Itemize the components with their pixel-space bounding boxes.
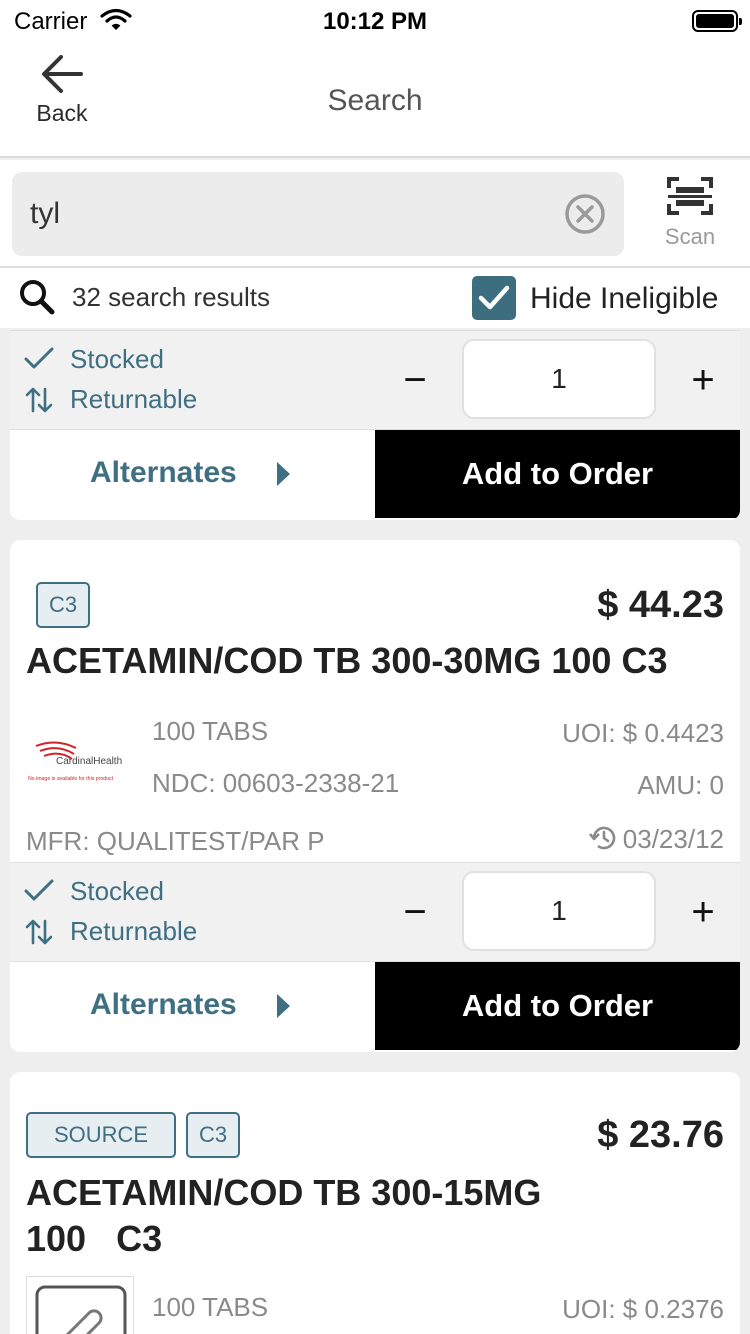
product-card: SOURCE C3 $ 23.76 ACETAMIN/COD TB 300-15… bbox=[10, 1072, 740, 1334]
chevron-right-icon bbox=[277, 462, 290, 486]
alternates-button[interactable]: Alternates bbox=[10, 962, 375, 1050]
hide-ineligible-toggle[interactable]: Hide Ineligible bbox=[472, 276, 742, 320]
clear-search-button[interactable] bbox=[564, 193, 606, 235]
battery-icon bbox=[692, 10, 742, 32]
product-name: ACETAMIN/COD TB 300-30MG 100 C3 bbox=[26, 640, 668, 681]
close-circle-icon bbox=[565, 194, 605, 234]
alternates-button[interactable]: Alternates bbox=[10, 430, 375, 518]
page-title: Search bbox=[327, 84, 423, 117]
product-card: C3 $ 44.23 ACETAMIN/COD TB 300-30MG 100 … bbox=[10, 540, 740, 1052]
card-actions: Stocked Returnable − 1 + Alternates Add … bbox=[10, 330, 740, 518]
status-bar: Carrier 10:12 PM bbox=[0, 0, 750, 40]
results-summary: 32 search results Hide Ineligible bbox=[0, 268, 750, 328]
search-bar: Scan bbox=[0, 160, 750, 268]
results-count: 32 search results bbox=[72, 282, 270, 312]
product-price: $ 23.76 bbox=[597, 1114, 724, 1156]
history-icon bbox=[588, 826, 616, 850]
check-icon bbox=[24, 345, 54, 378]
svg-text:CardinalHealth: CardinalHealth bbox=[56, 756, 122, 767]
scan-label: Scan bbox=[664, 224, 716, 249]
add-to-order-button[interactable]: Add to Order bbox=[375, 962, 740, 1050]
svg-text:No image is available for this: No image is available for this product bbox=[28, 776, 114, 782]
decrease-quantity-button[interactable]: − bbox=[390, 353, 440, 407]
schedule-badge: C3 bbox=[186, 1112, 240, 1158]
nav-bar: Back Search bbox=[0, 40, 750, 158]
schedule-badge: C3 bbox=[36, 582, 90, 628]
quantity-input[interactable]: 1 bbox=[462, 339, 656, 419]
unit-of-issue-price: UOI: $ 0.4423 bbox=[562, 718, 724, 748]
product-name: ACETAMIN/COD TB 300-15MG 100 C3 bbox=[26, 1172, 542, 1259]
product-image: CardinalHealth No image is available for… bbox=[26, 718, 134, 812]
chevron-right-icon bbox=[277, 994, 290, 1018]
package-size: 100 TABS bbox=[152, 716, 269, 746]
increase-quantity-button[interactable]: + bbox=[678, 885, 728, 939]
decrease-quantity-button[interactable]: − bbox=[390, 885, 440, 939]
image-placeholder-icon bbox=[35, 1285, 127, 1334]
product-image-placeholder bbox=[26, 1276, 134, 1334]
search-input[interactable] bbox=[30, 190, 550, 238]
product-price: $ 44.23 bbox=[597, 584, 724, 626]
scan-button[interactable]: Scan bbox=[648, 176, 732, 256]
hide-ineligible-label: Hide Ineligible bbox=[530, 282, 719, 315]
checkmark-icon bbox=[478, 285, 510, 310]
check-icon bbox=[24, 877, 54, 910]
unit-of-issue-price: UOI: $ 0.2376 bbox=[562, 1294, 724, 1324]
add-to-order-button[interactable]: Add to Order bbox=[375, 430, 740, 518]
card-actions: Stocked Returnable − 1 + Alternates Add … bbox=[10, 862, 740, 1050]
stock-status: Stocked Returnable − 1 + bbox=[10, 862, 740, 962]
barcode-scan-icon bbox=[667, 177, 713, 215]
search-field bbox=[12, 172, 624, 256]
ndc-number: NDC: 00603-2338-21 bbox=[152, 768, 400, 798]
source-badge: SOURCE bbox=[26, 1112, 176, 1158]
package-size: 100 TABS bbox=[152, 1292, 269, 1322]
product-card: Stocked Returnable − 1 + Alternates Add … bbox=[10, 330, 740, 520]
manufacturer: MFR: QUALITEST/PAR P bbox=[26, 826, 325, 856]
stock-status: Stocked Returnable − 1 + bbox=[10, 330, 740, 430]
swap-arrows-icon bbox=[24, 917, 54, 954]
swap-arrows-icon bbox=[24, 385, 54, 422]
clock: 10:12 PM bbox=[322, 8, 428, 35]
quantity-input[interactable]: 1 bbox=[462, 871, 656, 951]
search-icon bbox=[18, 278, 56, 321]
increase-quantity-button[interactable]: + bbox=[678, 353, 728, 407]
last-order-date: 03/23/12 bbox=[588, 824, 724, 855]
amu-value: AMU: 0 bbox=[637, 770, 724, 800]
hide-ineligible-checkbox[interactable] bbox=[472, 276, 516, 320]
